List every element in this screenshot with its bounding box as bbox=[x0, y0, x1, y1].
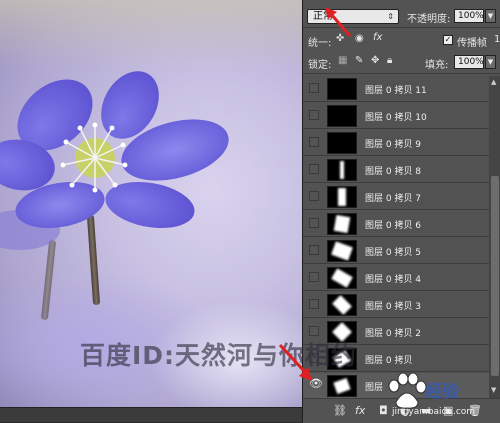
unify-label: 统一: bbox=[308, 38, 332, 49]
lock-position-icon[interactable]: ✥ bbox=[371, 55, 379, 67]
lock-transparency-icon[interactable]: ▦ bbox=[338, 55, 347, 67]
scrollbar-thumb[interactable] bbox=[491, 176, 499, 376]
layer-name: 图层 0 拷贝 bbox=[365, 356, 413, 366]
propagate-frame-checkbox[interactable]: ✓ bbox=[443, 35, 453, 45]
unify-row: 统一: ✜ ◉ fx ✓ 传播帧 1 bbox=[303, 29, 500, 52]
layer-name: 图层 0 拷贝 5 bbox=[365, 248, 422, 258]
lock-pixels-icon[interactable]: ✎ bbox=[355, 55, 363, 67]
layer-name: 图层 0 拷贝 9 bbox=[365, 140, 422, 150]
layer-thumbnail bbox=[327, 105, 357, 127]
visibility-toggle[interactable] bbox=[309, 326, 319, 336]
layer-name: 图层 bbox=[365, 383, 384, 393]
opacity-label: 不透明度: bbox=[407, 14, 451, 25]
layer-name: 图层 0 拷贝 2 bbox=[365, 329, 422, 339]
logo-url: jingyan.baidu.com bbox=[392, 407, 476, 417]
fx-icon[interactable]: fx bbox=[355, 405, 365, 417]
fill-dropdown-icon[interactable]: ▼ bbox=[485, 55, 496, 69]
visibility-toggle[interactable] bbox=[309, 191, 319, 201]
select-arrows-icon: ⇕ bbox=[387, 12, 394, 21]
layer-row[interactable]: 图层 0 拷贝 11 bbox=[303, 76, 489, 102]
unify-visibility-icon[interactable]: ◉ bbox=[355, 33, 364, 45]
visibility-toggle[interactable] bbox=[309, 164, 319, 174]
layer-name: 图层 0 拷贝 11 bbox=[365, 86, 427, 96]
layer-thumbnail bbox=[327, 213, 357, 235]
layer-row[interactable]: 图层 0 拷贝 6 bbox=[303, 211, 489, 237]
layer-name: 图层 0 拷贝 8 bbox=[365, 167, 422, 177]
opacity-dropdown-icon[interactable]: ▼ bbox=[485, 9, 496, 23]
layer-thumbnail bbox=[327, 375, 357, 397]
blend-mode-select[interactable]: 正常 ⇕ bbox=[307, 9, 399, 24]
blend-mode-value: 正常 bbox=[313, 11, 333, 22]
layer-thumbnail bbox=[327, 78, 357, 100]
layer-row[interactable]: 图层 0 拷贝 4 bbox=[303, 265, 489, 291]
layers-scrollbar[interactable]: ▲ ▼ bbox=[489, 76, 500, 398]
layer-name: 图层 0 拷贝 3 bbox=[365, 302, 422, 312]
visibility-toggle[interactable] bbox=[309, 137, 319, 147]
flower-image bbox=[0, 71, 229, 250]
layer-thumbnail bbox=[327, 267, 357, 289]
lock-label: 锁定: bbox=[308, 60, 332, 71]
lock-all-icon[interactable]: 🔒︎ bbox=[387, 55, 392, 67]
visibility-toggle[interactable] bbox=[309, 245, 319, 255]
layer-row[interactable]: 图层 0 拷贝 8 bbox=[303, 157, 489, 183]
logo-text: 经验 bbox=[425, 382, 459, 402]
layer-name: 图层 0 拷贝 4 bbox=[365, 275, 422, 285]
unify-style-icon[interactable]: fx bbox=[373, 32, 382, 44]
fill-input[interactable]: 100% bbox=[454, 55, 484, 69]
unify-position-icon[interactable]: ✜ bbox=[336, 33, 344, 45]
baidu-paw-icon bbox=[388, 372, 427, 409]
opacity-input[interactable]: 100% bbox=[454, 9, 484, 23]
lock-fill-row: 锁定: ▦ ✎ ✥ 🔒︎ 填充: 100% ▼ bbox=[303, 51, 500, 74]
canvas-status-bar bbox=[0, 407, 302, 422]
layer-thumbnail bbox=[327, 132, 357, 154]
fill-label: 填充: bbox=[425, 60, 449, 71]
layer-name: 图层 0 拷贝 6 bbox=[365, 221, 422, 231]
visibility-toggle[interactable] bbox=[309, 110, 319, 120]
layer-thumbnail bbox=[327, 186, 357, 208]
visibility-toggle[interactable] bbox=[309, 272, 319, 282]
layer-thumbnail bbox=[327, 294, 357, 316]
layer-thumbnail bbox=[327, 240, 357, 262]
watermark-text: 百度ID:天然河与你相约 bbox=[80, 341, 358, 370]
layer-row[interactable]: 图层 0 拷贝 9 bbox=[303, 130, 489, 156]
eye-icon[interactable]: 👁︎ bbox=[309, 378, 323, 390]
visibility-toggle[interactable] bbox=[309, 299, 319, 309]
layer-row[interactable]: 图层 0 拷贝 5 bbox=[303, 238, 489, 264]
baidu-jingyan-logo: 经验 jingyan.baidu.com bbox=[384, 372, 494, 422]
layer-thumbnail bbox=[327, 159, 357, 181]
layer-row[interactable]: 图层 0 拷贝 3 bbox=[303, 292, 489, 318]
layer-name: 图层 0 拷贝 10 bbox=[365, 113, 427, 123]
visibility-toggle[interactable] bbox=[309, 83, 319, 93]
link-layers-icon[interactable]: ⛓︎ bbox=[333, 405, 347, 417]
propagate-frame-suffix: 1 bbox=[494, 34, 500, 45]
propagate-frame-label: 传播帧 bbox=[457, 38, 487, 49]
layer-row[interactable]: 图层 0 拷贝 10 bbox=[303, 103, 489, 129]
layer-name: 图层 0 拷贝 7 bbox=[365, 194, 422, 204]
scroll-up-icon[interactable]: ▲ bbox=[491, 78, 496, 86]
visibility-toggle[interactable] bbox=[309, 218, 319, 228]
blend-opacity-row: 正常 ⇕ 不透明度: 100% ▼ bbox=[303, 5, 500, 28]
layer-row[interactable]: 图层 0 拷贝 7 bbox=[303, 184, 489, 210]
